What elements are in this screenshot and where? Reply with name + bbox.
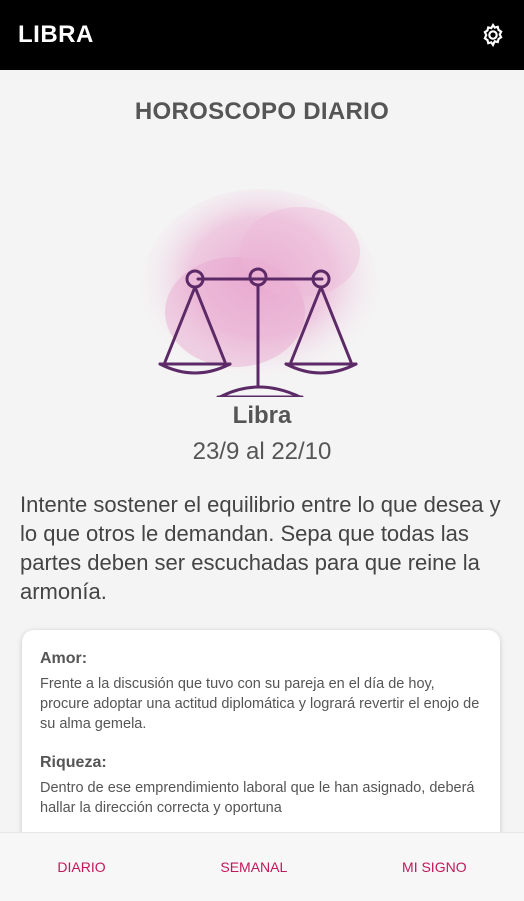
nav-diario[interactable]: DIARIO (41, 851, 121, 883)
nav-semanal[interactable]: SEMANAL (204, 851, 303, 883)
app-bar: LIBRA (0, 0, 524, 70)
love-text: Frente a la discusión que tuvo con su pa… (40, 676, 480, 732)
sign-dates: 23/9 al 22/10 (192, 438, 332, 465)
app-title: LIBRA (18, 21, 94, 48)
details-card: Amor: Frente a la discusión que tuvo con… (22, 630, 500, 832)
main-content[interactable]: HOROSCOPO DIARIO Libra 23/9 al 22/10 Int… (0, 70, 524, 832)
nav-mi-signo[interactable]: MI SIGNO (386, 851, 483, 883)
sign-name: Libra (232, 402, 292, 429)
love-heading: Amor: (40, 650, 88, 667)
gear-icon[interactable] (480, 22, 506, 48)
wealth-heading: Riqueza: (40, 754, 107, 771)
bottom-nav: DIARIO SEMANAL MI SIGNO (0, 832, 524, 901)
page-title: HOROSCOPO DIARIO (134, 98, 390, 125)
wealth-text: Dentro de ese emprendimiento laboral que… (40, 780, 475, 816)
daily-prediction: Intente sostener el equilibrio entre lo … (20, 492, 501, 604)
libra-scales-icon (140, 182, 390, 399)
